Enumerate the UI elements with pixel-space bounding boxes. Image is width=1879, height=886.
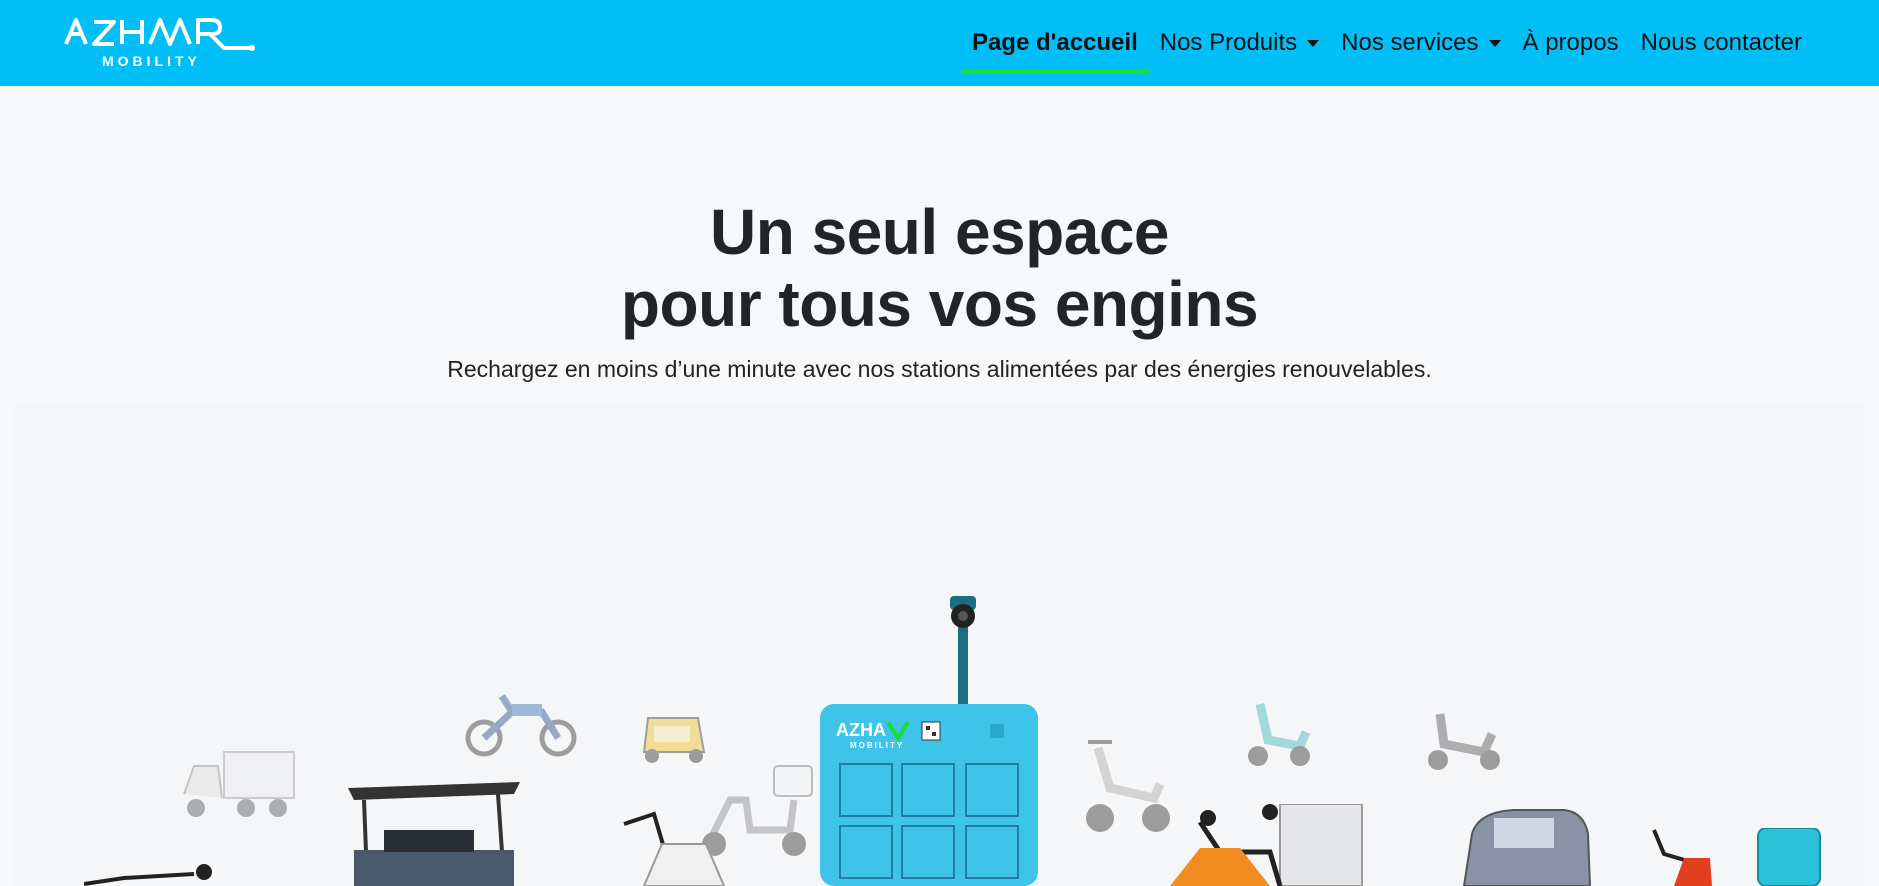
nav-item-products[interactable]: Nos Produits <box>1149 0 1330 86</box>
teal-box-scooter-icon <box>1757 828 1821 886</box>
svg-text:AZHA: AZHA <box>836 720 886 740</box>
nav-item-label: Nos Produits <box>1159 29 1298 56</box>
nav-item-services[interactable]: Nos services <box>1330 0 1511 86</box>
scooter-teal-icon <box>1248 703 1311 766</box>
nav-item-label: Nos services <box>1341 29 1479 56</box>
nav-item-label: À propos <box>1522 29 1619 56</box>
mini-car-icon <box>1462 809 1592 886</box>
cargo-tricycle-icon <box>183 751 295 817</box>
scooter-small-icon <box>1652 829 1712 886</box>
nav-item-contact[interactable]: Nous contacter <box>1630 0 1813 86</box>
svg-text:MOBILITY: MOBILITY <box>850 741 904 750</box>
nav-item-about[interactable]: À propos <box>1512 0 1630 86</box>
top-navbar: MOBILITY Page d'accueil Nos Produits Nos… <box>0 0 1879 86</box>
svg-text:MOBILITY: MOBILITY <box>102 53 201 69</box>
scooter-front-icon <box>623 811 726 886</box>
brand-logo[interactable]: MOBILITY <box>64 14 264 72</box>
scooter-icon <box>1428 713 1500 770</box>
chevron-down-icon <box>1307 39 1320 47</box>
golf-cart-icon <box>348 782 520 886</box>
motorcycle-icon <box>465 694 577 757</box>
nav-item-label: Nous contacter <box>1640 29 1802 56</box>
cargo-scooter-icon <box>1170 804 1363 886</box>
hero-title-line: Un seul espace <box>710 196 1170 268</box>
hero-subtitle: Rechargez en moins d’une minute avec nos… <box>447 356 1432 382</box>
scooter-handlebar-icon <box>84 864 212 886</box>
tuk-tuk-icon <box>642 717 706 763</box>
hero-section: Un seul espace pour tous vos engins Rech… <box>0 86 1879 383</box>
charging-station-icon: AZHA MOBILITY <box>820 596 1038 886</box>
hero-illustration: AZHA MOBILITY <box>14 404 1865 886</box>
nav-item-label: Page d'accueil <box>971 29 1138 56</box>
chevron-down-icon <box>1488 39 1501 47</box>
hero-title: Un seul espace pour tous vos engins <box>0 196 1879 340</box>
nav-item-home[interactable]: Page d'accueil <box>960 0 1149 86</box>
azhaar-logo-icon: MOBILITY <box>64 18 255 69</box>
main-nav: Page d'accueil Nos Produits Nos services… <box>960 0 1813 86</box>
hero-title-line: pour tous vos engins <box>620 268 1259 340</box>
